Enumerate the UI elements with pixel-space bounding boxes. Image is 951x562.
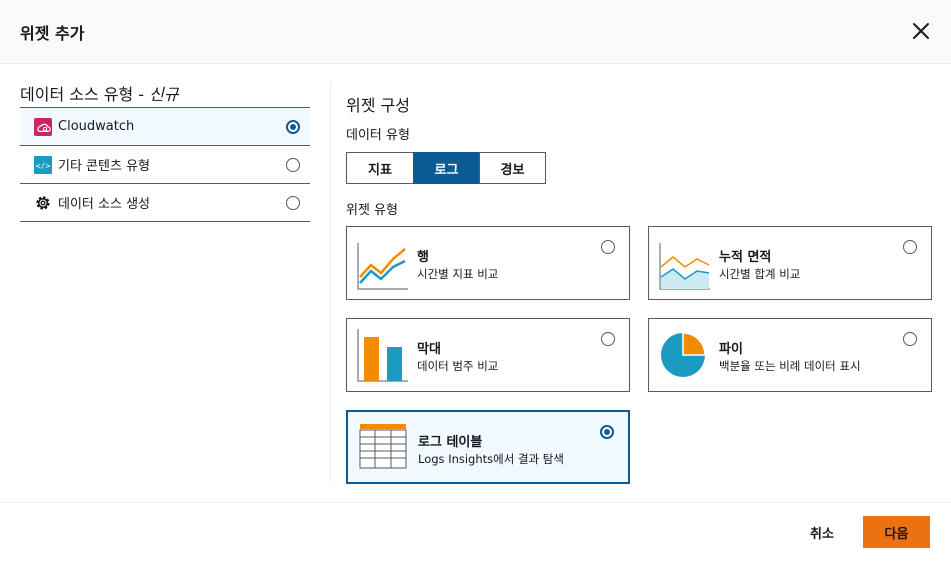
source-radio-create-data-source[interactable] [286, 196, 300, 210]
widget-name: 파이 [719, 342, 743, 357]
widget-card-bar[interactable]: 막대 데이터 범주 비교 [346, 318, 630, 392]
widget-radio-bar[interactable] [601, 332, 615, 346]
source-item-cloudwatch[interactable]: Cloudwatch [20, 107, 310, 146]
widget-radio-pie[interactable] [903, 332, 917, 346]
bar-chart-icon [357, 327, 409, 383]
source-label: 데이터 소스 생성 [58, 197, 150, 212]
widget-radio-line[interactable] [601, 240, 615, 254]
source-radio-cloudwatch[interactable] [286, 120, 300, 134]
next-button[interactable]: 다음 [863, 516, 930, 548]
log-table-icon [358, 420, 410, 476]
data-type-logs-button[interactable]: 로그 [413, 152, 480, 184]
widget-card-log-table[interactable]: 로그 테이블 Logs Insights에서 결과 탐색 [346, 410, 630, 484]
add-widget-modal: 위젯 추가 데이터 소스 유형 - 신규 Cloudwatch </> 기타 콘… [0, 0, 951, 562]
line-chart-icon [357, 235, 409, 291]
widget-name: 로그 테이블 [418, 435, 483, 450]
cloudwatch-icon [34, 117, 52, 136]
modal-footer: 취소 다음 [0, 502, 951, 562]
widget-desc: 시간별 지표 비교 [417, 267, 499, 281]
close-icon[interactable] [908, 18, 934, 44]
stacked-area-icon [659, 235, 711, 291]
svg-text:</>: </> [36, 161, 51, 170]
widget-type-label: 위젯 유형 [346, 203, 398, 218]
widget-radio-log-table[interactable] [600, 425, 614, 439]
widget-desc: 데이터 범주 비교 [417, 359, 499, 373]
widget-card-pie[interactable]: 파이 백분율 또는 비례 데이터 표시 [648, 318, 932, 392]
data-type-metrics-button[interactable]: 지표 [346, 152, 414, 184]
code-icon: </> [34, 155, 52, 174]
modal-header: 위젯 추가 [0, 0, 951, 64]
widget-card-line[interactable]: 행 시간별 지표 비교 [346, 226, 630, 300]
data-source-panel: 데이터 소스 유형 - 신규 Cloudwatch </> 기타 콘텐츠 유형 … [20, 82, 310, 222]
widget-desc: 백분율 또는 비례 데이터 표시 [719, 359, 861, 373]
widget-config-title: 위젯 구성 [346, 96, 410, 115]
modal-title: 위젯 추가 [20, 24, 85, 43]
source-label: Cloudwatch [58, 119, 135, 134]
data-source-title-text: 데이터 소스 유형 - [20, 85, 150, 104]
source-item-other-content[interactable]: </> 기타 콘텐츠 유형 [20, 146, 310, 184]
widget-name: 행 [417, 250, 429, 265]
cancel-button[interactable]: 취소 [796, 516, 848, 548]
widget-desc: 시간별 합계 비교 [719, 267, 801, 281]
pie-chart-icon [659, 327, 711, 383]
widget-radio-stacked-area[interactable] [903, 240, 917, 254]
source-label: 기타 콘텐츠 유형 [58, 159, 150, 174]
data-type-alarms-button[interactable]: 경보 [479, 152, 546, 184]
widget-name: 막대 [417, 342, 441, 357]
new-tag: 신규 [149, 85, 179, 104]
source-radio-other-content[interactable] [286, 158, 300, 172]
source-item-create-data-source[interactable]: 데이터 소스 생성 [20, 184, 310, 222]
data-type-label: 데이터 유형 [346, 128, 410, 143]
panel-divider [330, 82, 331, 482]
widget-name: 누적 면적 [719, 250, 772, 265]
data-type-segmented-control: 지표 로그 경보 [346, 152, 546, 184]
widget-desc: Logs Insights에서 결과 탐색 [418, 452, 564, 466]
widget-card-stacked-area[interactable]: 누적 면적 시간별 합계 비교 [648, 226, 932, 300]
data-source-title: 데이터 소스 유형 - 신규 [20, 82, 310, 107]
gear-icon [34, 194, 52, 212]
